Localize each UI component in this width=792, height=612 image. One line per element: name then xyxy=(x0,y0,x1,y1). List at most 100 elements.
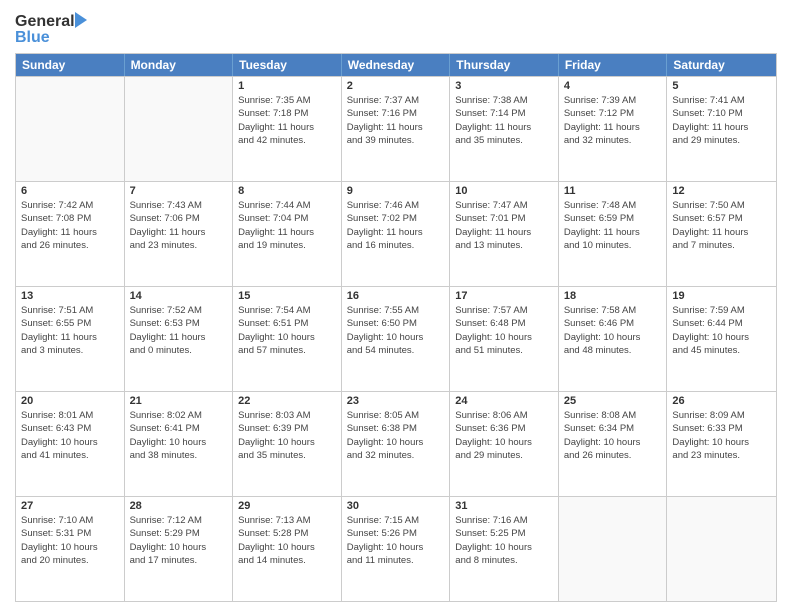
day-number: 26 xyxy=(672,395,771,407)
cell-line: Daylight: 11 hours xyxy=(455,121,553,134)
cell-line: and 32 minutes. xyxy=(347,449,445,462)
cell-line: Sunset: 5:29 PM xyxy=(130,527,228,540)
cal-cell-empty xyxy=(559,497,668,601)
day-number: 24 xyxy=(455,395,553,407)
cal-cell-23: 23Sunrise: 8:05 AMSunset: 6:38 PMDayligh… xyxy=(342,392,451,496)
cell-line: Daylight: 10 hours xyxy=(564,331,662,344)
cell-line: Sunrise: 7:37 AM xyxy=(347,94,445,107)
cell-line: and 26 minutes. xyxy=(564,449,662,462)
cell-line: Sunrise: 7:44 AM xyxy=(238,199,336,212)
cal-header-wednesday: Wednesday xyxy=(342,54,451,76)
cal-cell-31: 31Sunrise: 7:16 AMSunset: 5:25 PMDayligh… xyxy=(450,497,559,601)
cell-line: Daylight: 10 hours xyxy=(564,436,662,449)
cal-cell-12: 12Sunrise: 7:50 AMSunset: 6:57 PMDayligh… xyxy=(667,182,776,286)
cal-cell-empty xyxy=(125,77,234,181)
cal-cell-empty xyxy=(16,77,125,181)
cell-line: Daylight: 10 hours xyxy=(347,541,445,554)
cal-cell-14: 14Sunrise: 7:52 AMSunset: 6:53 PMDayligh… xyxy=(125,287,234,391)
cell-line: Sunrise: 8:03 AM xyxy=(238,409,336,422)
cal-cell-30: 30Sunrise: 7:15 AMSunset: 5:26 PMDayligh… xyxy=(342,497,451,601)
calendar-body: 1Sunrise: 7:35 AMSunset: 7:18 PMDaylight… xyxy=(16,76,776,601)
day-number: 23 xyxy=(347,395,445,407)
cell-line: Sunrise: 7:13 AM xyxy=(238,514,336,527)
cal-cell-22: 22Sunrise: 8:03 AMSunset: 6:39 PMDayligh… xyxy=(233,392,342,496)
day-number: 7 xyxy=(130,185,228,197)
cal-header-monday: Monday xyxy=(125,54,234,76)
day-number: 10 xyxy=(455,185,553,197)
cell-line: Sunset: 6:59 PM xyxy=(564,212,662,225)
day-number: 12 xyxy=(672,185,771,197)
cell-line: Sunset: 6:41 PM xyxy=(130,422,228,435)
cal-cell-4: 4Sunrise: 7:39 AMSunset: 7:12 PMDaylight… xyxy=(559,77,668,181)
cell-line: Sunset: 7:10 PM xyxy=(672,107,771,120)
cell-line: Sunset: 6:43 PM xyxy=(21,422,119,435)
cell-line: Sunset: 7:12 PM xyxy=(564,107,662,120)
cell-line: Sunrise: 7:10 AM xyxy=(21,514,119,527)
cell-line: and 42 minutes. xyxy=(238,134,336,147)
cal-week-4: 20Sunrise: 8:01 AMSunset: 6:43 PMDayligh… xyxy=(16,391,776,496)
cal-week-1: 1Sunrise: 7:35 AMSunset: 7:18 PMDaylight… xyxy=(16,76,776,181)
cal-header-thursday: Thursday xyxy=(450,54,559,76)
cell-line: and 11 minutes. xyxy=(347,554,445,567)
cell-line: Sunrise: 7:58 AM xyxy=(564,304,662,317)
cell-line: Sunset: 7:04 PM xyxy=(238,212,336,225)
cell-line: Daylight: 10 hours xyxy=(455,541,553,554)
cell-line: Daylight: 11 hours xyxy=(130,331,228,344)
cell-line: Daylight: 10 hours xyxy=(455,436,553,449)
cell-line: Daylight: 11 hours xyxy=(347,226,445,239)
cell-line: Sunrise: 8:05 AM xyxy=(347,409,445,422)
cell-line: Daylight: 11 hours xyxy=(564,121,662,134)
cell-line: Daylight: 11 hours xyxy=(672,121,771,134)
cal-header-tuesday: Tuesday xyxy=(233,54,342,76)
cell-line: and 7 minutes. xyxy=(672,239,771,252)
header: GeneralBlue xyxy=(15,10,777,45)
cal-cell-27: 27Sunrise: 7:10 AMSunset: 5:31 PMDayligh… xyxy=(16,497,125,601)
cell-line: Sunset: 6:33 PM xyxy=(672,422,771,435)
day-number: 21 xyxy=(130,395,228,407)
day-number: 6 xyxy=(21,185,119,197)
cell-line: Sunrise: 7:35 AM xyxy=(238,94,336,107)
cell-line: and 26 minutes. xyxy=(21,239,119,252)
cell-line: Sunset: 5:26 PM xyxy=(347,527,445,540)
cal-header-saturday: Saturday xyxy=(667,54,776,76)
cal-week-5: 27Sunrise: 7:10 AMSunset: 5:31 PMDayligh… xyxy=(16,496,776,601)
cal-header-sunday: Sunday xyxy=(16,54,125,76)
cell-line: and 51 minutes. xyxy=(455,344,553,357)
cell-line: and 23 minutes. xyxy=(672,449,771,462)
cell-line: Sunrise: 8:09 AM xyxy=(672,409,771,422)
cell-line: Daylight: 10 hours xyxy=(21,436,119,449)
day-number: 13 xyxy=(21,290,119,302)
cell-line: Daylight: 10 hours xyxy=(672,331,771,344)
cell-line: and 48 minutes. xyxy=(564,344,662,357)
svg-text:General: General xyxy=(15,13,75,30)
cell-line: and 10 minutes. xyxy=(564,239,662,252)
cell-line: and 8 minutes. xyxy=(455,554,553,567)
cell-line: and 39 minutes. xyxy=(347,134,445,147)
cell-line: Sunrise: 7:57 AM xyxy=(455,304,553,317)
cal-cell-9: 9Sunrise: 7:46 AMSunset: 7:02 PMDaylight… xyxy=(342,182,451,286)
day-number: 16 xyxy=(347,290,445,302)
cell-line: Sunset: 7:06 PM xyxy=(130,212,228,225)
cell-line: Sunrise: 7:12 AM xyxy=(130,514,228,527)
cal-cell-6: 6Sunrise: 7:42 AMSunset: 7:08 PMDaylight… xyxy=(16,182,125,286)
day-number: 4 xyxy=(564,80,662,92)
cell-line: and 16 minutes. xyxy=(347,239,445,252)
cell-line: Daylight: 10 hours xyxy=(21,541,119,554)
cell-line: Sunrise: 7:38 AM xyxy=(455,94,553,107)
cell-line: Sunset: 5:31 PM xyxy=(21,527,119,540)
day-number: 20 xyxy=(21,395,119,407)
cell-line: Sunset: 6:55 PM xyxy=(21,317,119,330)
cal-cell-20: 20Sunrise: 8:01 AMSunset: 6:43 PMDayligh… xyxy=(16,392,125,496)
cell-line: Sunset: 6:44 PM xyxy=(672,317,771,330)
cell-line: Daylight: 10 hours xyxy=(672,436,771,449)
cell-line: and 20 minutes. xyxy=(21,554,119,567)
cell-line: and 0 minutes. xyxy=(130,344,228,357)
cell-line: and 3 minutes. xyxy=(21,344,119,357)
cal-cell-empty xyxy=(667,497,776,601)
cell-line: Sunset: 6:34 PM xyxy=(564,422,662,435)
cell-line: Sunset: 6:39 PM xyxy=(238,422,336,435)
cal-cell-3: 3Sunrise: 7:38 AMSunset: 7:14 PMDaylight… xyxy=(450,77,559,181)
cell-line: Daylight: 10 hours xyxy=(130,436,228,449)
cell-line: Sunrise: 7:54 AM xyxy=(238,304,336,317)
cell-line: Sunrise: 8:06 AM xyxy=(455,409,553,422)
